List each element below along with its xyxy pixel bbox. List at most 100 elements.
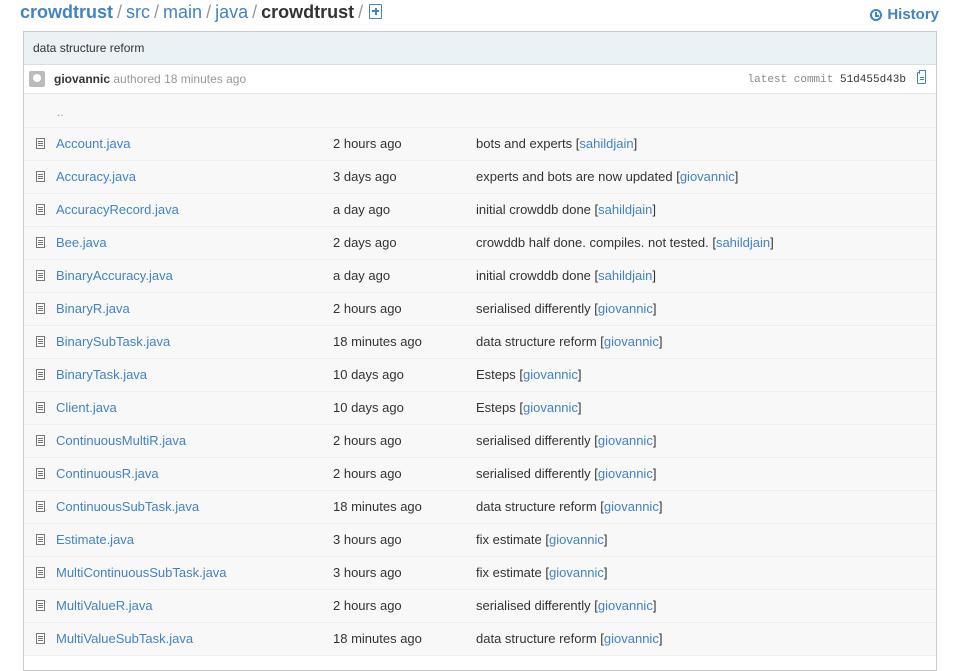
file-row: MultiContinuousSubTask.java 3 hours ago fi… <box>24 557 936 590</box>
commit-message-text[interactable]: bots and experts <box>476 136 572 151</box>
commit-message-text[interactable]: Esteps <box>476 400 516 415</box>
file-age: 3 days ago <box>333 169 397 184</box>
commit-author-link[interactable]: sahildjain <box>598 202 652 217</box>
breadcrumb-repo[interactable]: crowdtrust <box>20 2 113 22</box>
file-row: Account.java 2 hours ago bots and experts … <box>24 128 936 161</box>
file-name-link[interactable]: Bee.java <box>56 227 107 259</box>
file-name-link[interactable]: BinaryTask.java <box>56 359 147 391</box>
file-commit-message: experts and bots are now updated [giovan… <box>476 169 739 184</box>
file-age: 2 days ago <box>333 235 397 250</box>
file-name-link[interactable]: MultiValueR.java <box>56 590 153 622</box>
commit-author-link[interactable]: giovannic <box>604 499 659 514</box>
commit-message-text[interactable]: serialised differently <box>476 466 591 481</box>
file-row: Accuracy.java 3 days ago experts and bots … <box>24 161 936 194</box>
file-age: 2 hours ago <box>333 433 402 448</box>
commit-message-text[interactable]: serialised differently <box>476 598 591 613</box>
file-age: 18 minutes ago <box>333 499 422 514</box>
commit-sha[interactable]: 51d455d43b <box>840 74 906 86</box>
file-commit-message: fix estimate [giovannic] <box>476 532 608 547</box>
commit-author-link[interactable]: giovannic <box>598 598 653 613</box>
author-name[interactable]: giovannic <box>54 72 110 86</box>
commit-author-link[interactable]: sahildjain <box>579 136 633 151</box>
commit-author-link[interactable]: giovannic <box>604 631 659 646</box>
file-icon <box>36 204 45 215</box>
file-name-link[interactable]: BinarySubTask.java <box>56 326 170 358</box>
file-name-link[interactable]: ContinuousR.java <box>56 458 159 490</box>
commit-message-text[interactable]: fix estimate <box>476 532 542 547</box>
clipboard-icon[interactable] <box>917 70 926 84</box>
file-age: a day ago <box>333 268 391 283</box>
new-file-icon[interactable] <box>369 4 383 19</box>
file-name-link[interactable]: MultiValueSubTask.java <box>56 623 193 655</box>
file-name-link[interactable]: Accuracy.java <box>56 161 136 193</box>
file-name-link[interactable]: Account.java <box>56 128 130 160</box>
file-icon <box>36 171 45 182</box>
file-name-link[interactable]: Client.java <box>56 392 117 424</box>
commit-message-text[interactable]: initial crowddb done <box>476 202 591 217</box>
file-name-link[interactable]: ContinuousMultiR.java <box>56 425 186 457</box>
file-commit-message: data structure reform [giovannic] <box>476 631 663 646</box>
commit-message-text[interactable]: data structure reform <box>476 631 597 646</box>
commit-author-link[interactable]: giovannic <box>598 301 653 316</box>
file-icon <box>36 633 45 644</box>
commit-message-text[interactable]: experts and bots are now updated <box>476 169 673 184</box>
file-row: BinaryR.java 2 hours ago serialised differ… <box>24 293 936 326</box>
commit-author-link[interactable]: giovannic <box>598 466 653 481</box>
breadcrumb-src[interactable]: src <box>126 2 150 22</box>
commit-message-text[interactable]: serialised differently <box>476 301 591 316</box>
commit-author-link[interactable]: giovannic <box>549 532 604 547</box>
file-name-link[interactable]: AccuracyRecord.java <box>56 194 179 226</box>
commit-message-text[interactable]: data structure reform <box>476 334 597 349</box>
file-row: MultiValueSubTask.java 18 minutes ago data… <box>24 623 936 656</box>
avatar[interactable] <box>29 71 45 87</box>
file-icon <box>36 369 45 380</box>
file-commit-message: data structure reform [giovannic] <box>476 334 663 349</box>
file-name-link[interactable]: ContinuousSubTask.java <box>56 491 199 523</box>
breadcrumb-separator: / <box>206 2 212 22</box>
file-icon <box>36 138 45 149</box>
commit-author-link[interactable]: giovannic <box>680 169 735 184</box>
commit-message-text[interactable]: serialised differently <box>476 433 591 448</box>
breadcrumb-separator: / <box>154 2 160 22</box>
file-age: 2 hours ago <box>333 598 402 613</box>
commit-author-link[interactable]: sahildjain <box>716 235 770 250</box>
commit-author-link[interactable]: giovannic <box>598 433 653 448</box>
file-name-link[interactable]: BinaryAccuracy.java <box>56 260 173 292</box>
commit-message-text[interactable]: Esteps <box>476 367 516 382</box>
file-row: BinaryAccuracy.java a day ago initial crow… <box>24 260 936 293</box>
file-age: 2 hours ago <box>333 301 402 316</box>
file-commit-message: serialised differently [giovannic] <box>476 598 657 613</box>
commit-message-text[interactable]: fix estimate <box>476 565 542 580</box>
file-commit-message: serialised differently [giovannic] <box>476 433 657 448</box>
commit-message-text[interactable]: crowddb half done. compiles. not tested. <box>476 235 709 250</box>
file-icon <box>36 600 45 611</box>
parent-directory-link[interactable]: .. <box>57 96 64 128</box>
file-icon <box>36 567 45 578</box>
file-row: AccuracyRecord.java a day ago initial crow… <box>24 194 936 227</box>
commit-message: data structure reform <box>24 32 936 65</box>
commit-message-text[interactable]: initial crowddb done <box>476 268 591 283</box>
file-age: 10 days ago <box>333 400 404 415</box>
file-name-link[interactable]: MultiContinuousSubTask.java <box>56 557 227 589</box>
commit-message-text[interactable]: data structure reform <box>476 499 597 514</box>
commit-author-link[interactable]: giovannic <box>523 367 578 382</box>
history-icon <box>870 8 883 21</box>
breadcrumb-java[interactable]: java <box>215 2 248 22</box>
file-commit-message: data structure reform [giovannic] <box>476 499 663 514</box>
file-icon <box>36 468 45 479</box>
history-link[interactable]: History <box>870 6 939 23</box>
file-age: a day ago <box>333 202 391 217</box>
commit-author-link[interactable]: giovannic <box>523 400 578 415</box>
file-name-link[interactable]: Estimate.java <box>56 524 134 556</box>
file-name-link[interactable]: BinaryR.java <box>56 293 130 325</box>
file-age: 18 minutes ago <box>333 334 422 349</box>
breadcrumb-main[interactable]: main <box>163 2 202 22</box>
file-row: ContinuousMultiR.java 2 hours ago serialis… <box>24 425 936 458</box>
file-browser: data structure reform giovannic authored… <box>23 31 937 671</box>
commit-author-link[interactable]: giovannic <box>604 334 659 349</box>
commit-author-link[interactable]: giovannic <box>549 565 604 580</box>
file-row: BinaryTask.java 10 days ago Esteps [giovan… <box>24 359 936 392</box>
commit-author-link[interactable]: sahildjain <box>598 268 652 283</box>
parent-directory-row[interactable]: .. <box>24 94 936 128</box>
file-age: 3 hours ago <box>333 565 402 580</box>
